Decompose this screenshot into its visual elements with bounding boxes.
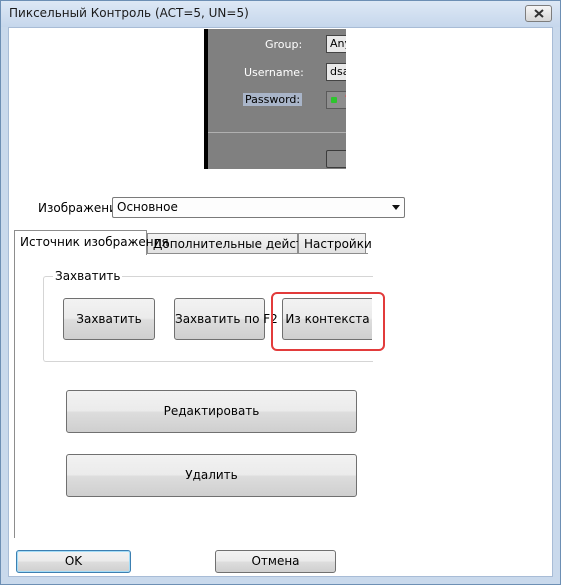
chevron-down-icon — [392, 205, 400, 210]
cancel-button-label: Отмена — [251, 554, 300, 568]
capture-button-label: Захватить — [76, 312, 142, 326]
dialog-client: Group: Any Username: dsa Password: Изобр… — [8, 27, 553, 577]
dialog-window: Пиксельный Контроль (ACT=5, UN=5) Group:… — [0, 0, 561, 585]
tab-image-source[interactable]: Источник изображения — [14, 230, 169, 255]
edit-button[interactable]: Редактировать — [66, 390, 357, 433]
capture-f2-button-label: Захватить по F2 — [175, 312, 278, 326]
cancel-button[interactable]: Отмена — [215, 550, 336, 573]
delete-button[interactable]: Удалить — [66, 454, 357, 497]
close-button[interactable] — [525, 5, 552, 22]
title-bar[interactable]: Пиксельный Контроль (ACT=5, UN=5) — [1, 1, 560, 27]
image-select[interactable]: Основное — [112, 197, 405, 218]
window-title: Пиксельный Контроль (ACT=5, UN=5) — [9, 6, 249, 20]
capture-f2-button[interactable]: Захватить по F2 — [174, 298, 278, 340]
capture-button[interactable]: Захватить — [63, 298, 155, 340]
close-icon — [534, 9, 544, 18]
capture-group-title: Захватить — [53, 269, 123, 283]
preview-image: Group: Any Username: dsa Password: — [204, 29, 346, 169]
tab-settings[interactable]: Настройки — [298, 233, 372, 253]
edit-button-label: Редактировать — [163, 404, 260, 418]
ok-button[interactable]: OK — [16, 550, 131, 573]
delete-button-label: Удалить — [185, 468, 238, 482]
ok-button-label: OK — [64, 554, 83, 568]
highlight-box — [271, 292, 385, 351]
image-select-value: Основное — [117, 200, 178, 214]
tab-image-source-label: Источник изображения — [20, 235, 169, 249]
tab-settings-label: Настройки — [304, 237, 372, 251]
tab-additional-actions[interactable]: Дополнительные действия — [147, 233, 325, 253]
arrow-icon — [345, 94, 346, 97]
